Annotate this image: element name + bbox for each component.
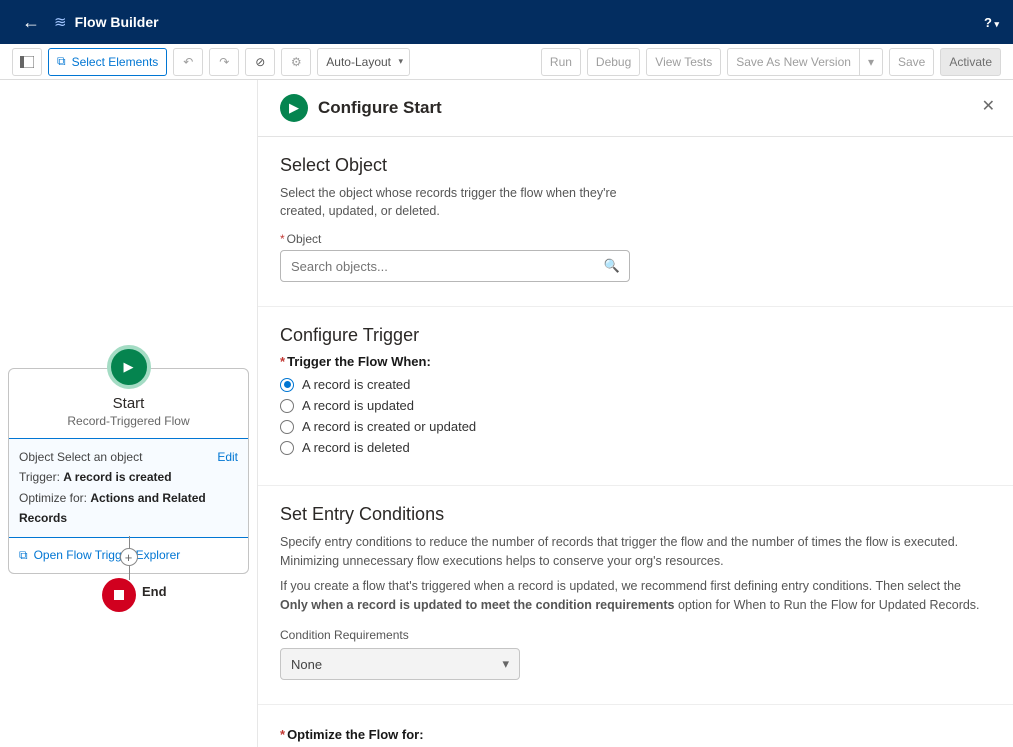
object-search-input[interactable]: [280, 250, 630, 282]
optimize-heading: Optimize the Flow for:: [280, 727, 991, 742]
brand: ≋ Flow Builder: [54, 13, 159, 31]
select-elements-button[interactable]: ⧉ Select Elements: [48, 48, 167, 76]
run-button[interactable]: Run: [541, 48, 581, 76]
condition-req-label: Condition Requirements: [280, 628, 991, 642]
play-icon: ▶: [280, 94, 308, 122]
activate-button[interactable]: Activate: [940, 48, 1001, 76]
redo-button[interactable]: ↷: [209, 48, 239, 76]
add-element-button[interactable]: +: [120, 548, 138, 566]
help-button[interactable]: ?: [984, 15, 999, 30]
start-title: Start: [19, 395, 238, 412]
panel-title: Configure Start: [318, 98, 442, 118]
gear-icon-button[interactable]: ⚙: [281, 48, 311, 76]
object-label: Object: [280, 232, 991, 246]
trigger-option-created[interactable]: A record is created: [280, 377, 991, 392]
undo-button[interactable]: ↶: [173, 48, 203, 76]
flow-icon: ≋: [54, 13, 67, 31]
flow-canvas[interactable]: ▶ Start Record-Triggered Flow Edit Objec…: [0, 80, 258, 747]
select-object-heading: Select Object: [280, 155, 991, 176]
app-title: Flow Builder: [75, 14, 159, 30]
edit-link[interactable]: Edit: [217, 447, 238, 467]
save-as-caret[interactable]: ▾: [859, 48, 883, 76]
trigger-option-deleted[interactable]: A record is deleted: [280, 440, 991, 455]
external-icon: ⧉: [19, 548, 28, 563]
block-icon-button[interactable]: ⊘: [245, 48, 275, 76]
end-label: End: [142, 584, 167, 599]
view-tests-button[interactable]: View Tests: [646, 48, 721, 76]
entry-conditions-heading: Set Entry Conditions: [280, 504, 991, 525]
save-as-new-button[interactable]: Save As New Version: [727, 48, 859, 76]
start-node[interactable]: ▶: [107, 345, 151, 389]
search-icon: 🔍: [604, 258, 620, 274]
trigger-option-created-updated[interactable]: A record is created or updated: [280, 419, 991, 434]
panel-toggle-button[interactable]: [12, 48, 42, 76]
trigger-option-updated[interactable]: A record is updated: [280, 398, 991, 413]
start-subtitle: Record-Triggered Flow: [19, 414, 238, 428]
config-panel: ▶ Configure Start ✕ Select Object Select…: [258, 80, 1013, 747]
condition-req-select[interactable]: None: [280, 648, 520, 680]
copy-icon: ⧉: [57, 54, 66, 69]
end-node[interactable]: [102, 578, 136, 612]
layout-mode-select[interactable]: Auto-Layout: [317, 48, 410, 76]
back-button[interactable]: ←: [14, 8, 48, 37]
save-button[interactable]: Save: [889, 48, 934, 76]
debug-button[interactable]: Debug: [587, 48, 640, 76]
close-icon[interactable]: ✕: [982, 96, 995, 116]
configure-trigger-heading: Configure Trigger: [280, 325, 991, 346]
